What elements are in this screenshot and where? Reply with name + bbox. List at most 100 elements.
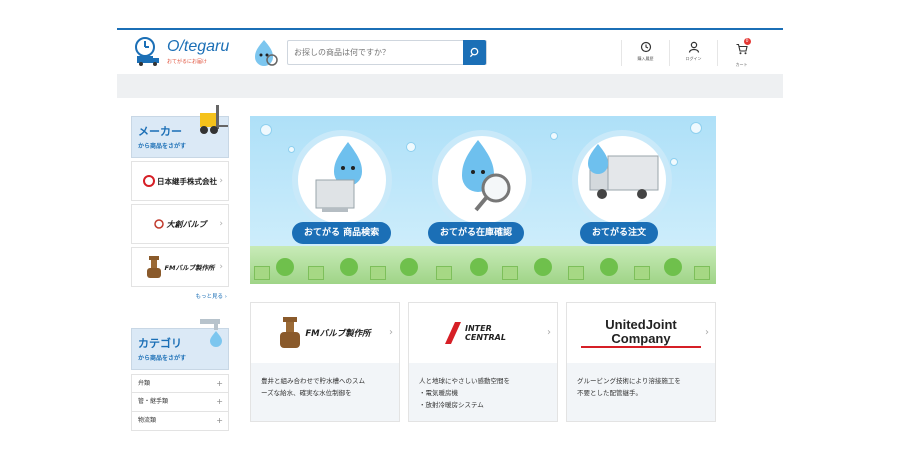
brand-description: 人と地球にやさしい感動空間を ・電気暖房機 ・放射冷暖房システム xyxy=(409,363,557,421)
chevron-right-icon: › xyxy=(219,262,223,272)
stock-check-button[interactable]: おてがる在庫確認 xyxy=(428,222,525,244)
tree-decoration xyxy=(470,258,488,276)
truck-clock-icon xyxy=(135,37,159,66)
category-title: カテゴリ xyxy=(138,337,182,350)
nav-cart[interactable]: 0 カート xyxy=(717,38,765,67)
brand-description: グルービング技術により溶接施工を 不要とした配管継手。 xyxy=(567,363,715,421)
house-decoration xyxy=(308,266,324,280)
maker-name: FMバルブ製作所 xyxy=(164,264,215,272)
maker-card-fm-valve[interactable]: FMバルブ製作所 › xyxy=(131,247,229,287)
hero-banner: おてがる 商品検索 おてがる在庫確認 おてがる注文 xyxy=(250,116,716,284)
house-decoration xyxy=(436,266,452,280)
category-item-valves[interactable]: 弁類 + xyxy=(131,374,229,393)
chevron-right-icon: › xyxy=(547,327,551,338)
brand-card-united-joint[interactable]: UnitedJoint Company › グルービング技術により溶接施工を 不… xyxy=(566,302,716,422)
chevron-right-icon: › xyxy=(389,327,393,338)
stock-feature-circle xyxy=(432,130,532,230)
tree-decoration xyxy=(600,258,618,276)
mascot-truck-icon xyxy=(588,144,659,199)
brand-card-inter-central[interactable]: INTER CENTRAL › 人と地球にやさしい感動空間を ・電気暖房機 ・放… xyxy=(408,302,558,422)
tree-decoration xyxy=(664,258,682,276)
category-sidebar: カテゴリ から商品をさがす 弁類 + 管・継手類 + 物流類 + xyxy=(131,319,229,431)
brand-cards: FMバルブ製作所 › 豊井と組み合わせで貯水槽へのスム ーズな給水、確実な水位制… xyxy=(250,302,720,422)
search-box xyxy=(287,40,487,65)
maker-card-daisou[interactable]: 大創バルブ › xyxy=(131,204,229,244)
search-feature-circle xyxy=(292,130,392,230)
nav-history-label: 購入履歴 xyxy=(637,56,654,61)
site-logo[interactable]: O/tegaru おてがるにお届け xyxy=(133,36,243,68)
chevron-right-icon: › xyxy=(219,219,223,229)
plus-icon: + xyxy=(216,397,223,406)
bubble-decoration xyxy=(670,158,678,166)
order-button[interactable]: おてがる注文 xyxy=(580,222,659,244)
category-label: 物流類 xyxy=(138,417,157,424)
brand-logo: UnitedJoint Company › xyxy=(567,303,715,363)
plus-icon: + xyxy=(216,416,223,425)
category-heading: カテゴリ から商品をさがす xyxy=(131,319,229,370)
brand-name: UnitedJoint Company xyxy=(581,318,701,348)
logo-tagline: おてがるにお届け xyxy=(167,59,208,65)
more-makers-link[interactable]: もっと見る › xyxy=(131,292,229,300)
nav-login[interactable]: ログイン xyxy=(669,40,717,66)
global-nav-bar xyxy=(117,74,783,98)
header-nav: 購入履歴 ログイン 0 カート xyxy=(621,38,765,67)
maker-card-nihon-tsugite[interactable]: 日本継手株式会社 › xyxy=(131,161,229,201)
house-decoration xyxy=(694,266,710,280)
maker-heading: メーカー から商品をさがす xyxy=(131,105,229,158)
maker-subtitle: から商品をさがす xyxy=(138,143,187,150)
user-icon xyxy=(688,41,699,53)
brand-logo: INTER CENTRAL › xyxy=(409,303,557,363)
bubble-decoration xyxy=(690,122,702,134)
bubble-decoration xyxy=(550,132,558,140)
search-icon xyxy=(469,47,479,58)
chevron-right-icon: › xyxy=(705,327,709,338)
house-decoration xyxy=(254,266,270,280)
tree-decoration xyxy=(400,258,418,276)
nav-history[interactable]: 購入履歴 xyxy=(621,40,669,66)
product-search-button[interactable]: おてがる 商品検索 xyxy=(292,222,392,244)
maker-sidebar: メーカー から商品をさがす 日本継手株式会社 › 大創バルブ › FMバルブ製作… xyxy=(131,105,229,300)
bubble-decoration xyxy=(406,142,416,152)
mascot-computer-icon xyxy=(315,142,362,212)
category-label: 弁類 xyxy=(138,380,151,387)
bubble-decoration xyxy=(288,146,295,153)
brand-name: FMバルブ製作所 xyxy=(305,329,371,339)
search-input[interactable] xyxy=(288,41,466,64)
maker-name: 大創バルブ xyxy=(166,219,207,229)
nihon-tsugite-logo-icon xyxy=(143,175,155,187)
faucet-mascot-icon xyxy=(200,319,222,347)
brand-card-fm-valve[interactable]: FMバルブ製作所 › 豊井と組み合わせで貯水槽へのスム ーズな給水、確実な水位制… xyxy=(250,302,400,422)
plus-icon: + xyxy=(216,379,223,388)
mascot-icon xyxy=(255,40,278,66)
brand-description: 豊井と組み合わせで貯水槽へのスム ーズな給水、確実な水位制御を xyxy=(251,363,399,421)
brand-logo: FMバルブ製作所 › xyxy=(251,303,399,363)
valve-product-icon xyxy=(280,317,301,348)
site-header: O/tegaru おてがるにお届け お探しの商品は何ですか？ 購入履歴 ログイン… xyxy=(117,30,783,74)
order-feature-circle xyxy=(572,130,672,230)
category-item-logistics[interactable]: 物流類 + xyxy=(131,412,229,431)
category-label: 管・継手類 xyxy=(138,398,169,405)
brand-name: INTER CENTRAL xyxy=(465,324,506,342)
maker-title: メーカー xyxy=(138,125,182,138)
category-item-pipes[interactable]: 管・継手類 + xyxy=(131,393,229,412)
valve-product-icon xyxy=(146,256,161,278)
house-decoration xyxy=(502,266,518,280)
page-frame: O/tegaru おてがるにお届け お探しの商品は何ですか？ 購入履歴 ログイン… xyxy=(117,28,783,460)
chevron-right-icon: › xyxy=(219,176,223,186)
forklift-icon xyxy=(200,105,228,134)
tree-decoration xyxy=(534,258,552,276)
tree-decoration xyxy=(276,258,294,276)
mascot-magnifier-icon xyxy=(462,140,511,212)
category-subtitle: から商品をさがす xyxy=(138,355,187,362)
search-button[interactable] xyxy=(463,40,486,65)
house-decoration xyxy=(568,266,584,280)
logo-text: O/tegaru xyxy=(167,38,230,55)
house-decoration xyxy=(634,266,650,280)
more-makers-label: もっと見る xyxy=(195,294,224,300)
inter-central-logo-icon xyxy=(445,322,461,344)
history-icon xyxy=(640,41,651,53)
bubble-decoration xyxy=(260,124,272,136)
nav-cart-label: カート xyxy=(735,62,748,67)
nav-login-label: ログイン xyxy=(685,56,702,61)
daisou-logo-icon xyxy=(153,219,164,229)
